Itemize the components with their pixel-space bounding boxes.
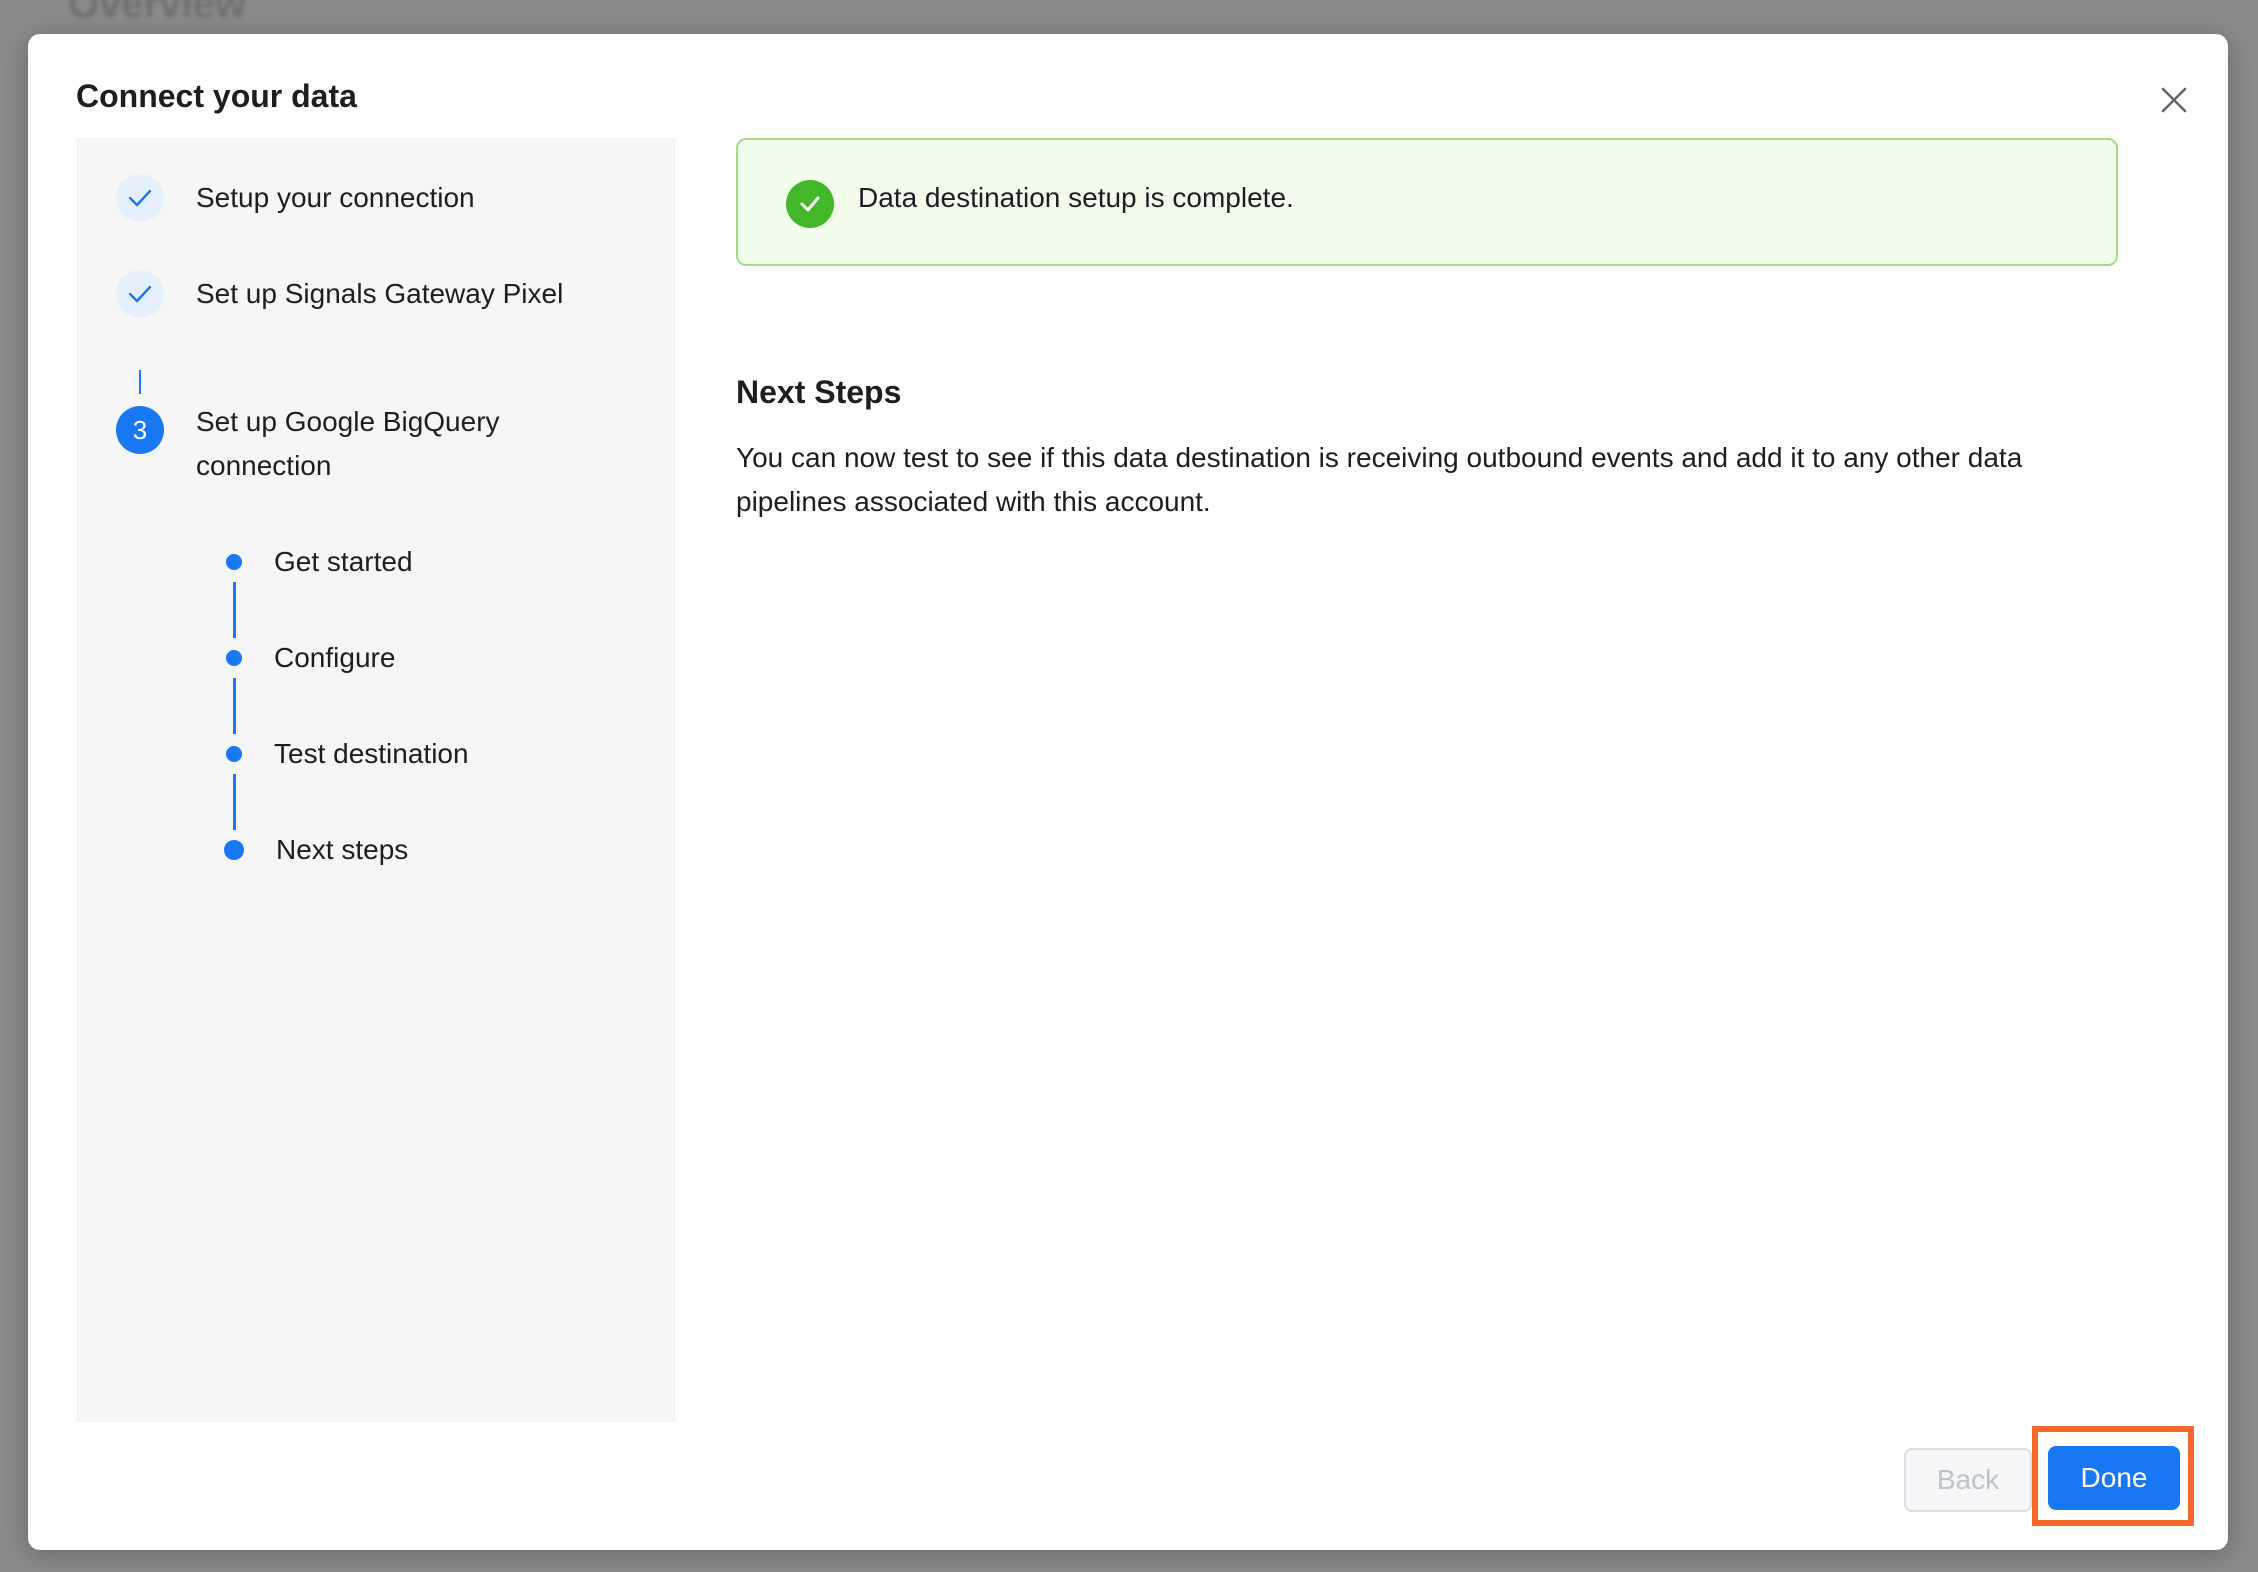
success-message: Data destination setup is complete.: [858, 182, 1294, 213]
next-steps-heading: Next Steps: [736, 374, 902, 410]
step-number-indicator: 3: [116, 406, 164, 454]
next-steps-description: You can now test to see if this data des…: [736, 442, 2023, 517]
substep-connector: [233, 774, 236, 830]
substep-next-steps[interactable]: Next steps: [276, 830, 408, 870]
substep-dot: [226, 554, 242, 570]
step-done-indicator: [116, 174, 164, 222]
substep-dot: [226, 746, 242, 762]
substep-test-destination[interactable]: Test destination: [274, 734, 469, 774]
step-label: Set up Google BigQuery connection: [196, 406, 500, 481]
check-icon: [128, 285, 152, 303]
step-done-indicator: [116, 270, 164, 318]
step-label: Set up Signals Gateway Pixel: [196, 278, 564, 309]
done-button[interactable]: Done: [2048, 1446, 2180, 1510]
substep-connector: [233, 582, 236, 638]
check-circle-icon: [786, 180, 834, 228]
substep-connector: [233, 678, 236, 734]
dialog-title: Connect your data: [76, 78, 357, 114]
close-button[interactable]: [2146, 72, 2202, 128]
connect-data-dialog: Connect your data Setup your connection …: [28, 34, 2228, 1550]
background-page-title: Overview: [68, 0, 246, 26]
substep-dot-current: [224, 840, 244, 860]
substep-dot: [226, 650, 242, 666]
close-icon: [2161, 87, 2187, 113]
success-banner: Data destination setup is complete.: [736, 138, 2118, 266]
steps-sidebar: Setup your connection Set up Signals Gat…: [76, 138, 676, 1422]
substep-get-started[interactable]: Get started: [274, 542, 413, 582]
substep-configure[interactable]: Configure: [274, 638, 395, 678]
step-connector: [139, 370, 141, 394]
check-icon: [128, 189, 152, 207]
step-label: Setup your connection: [196, 182, 475, 213]
back-button[interactable]: Back: [1904, 1448, 2032, 1512]
